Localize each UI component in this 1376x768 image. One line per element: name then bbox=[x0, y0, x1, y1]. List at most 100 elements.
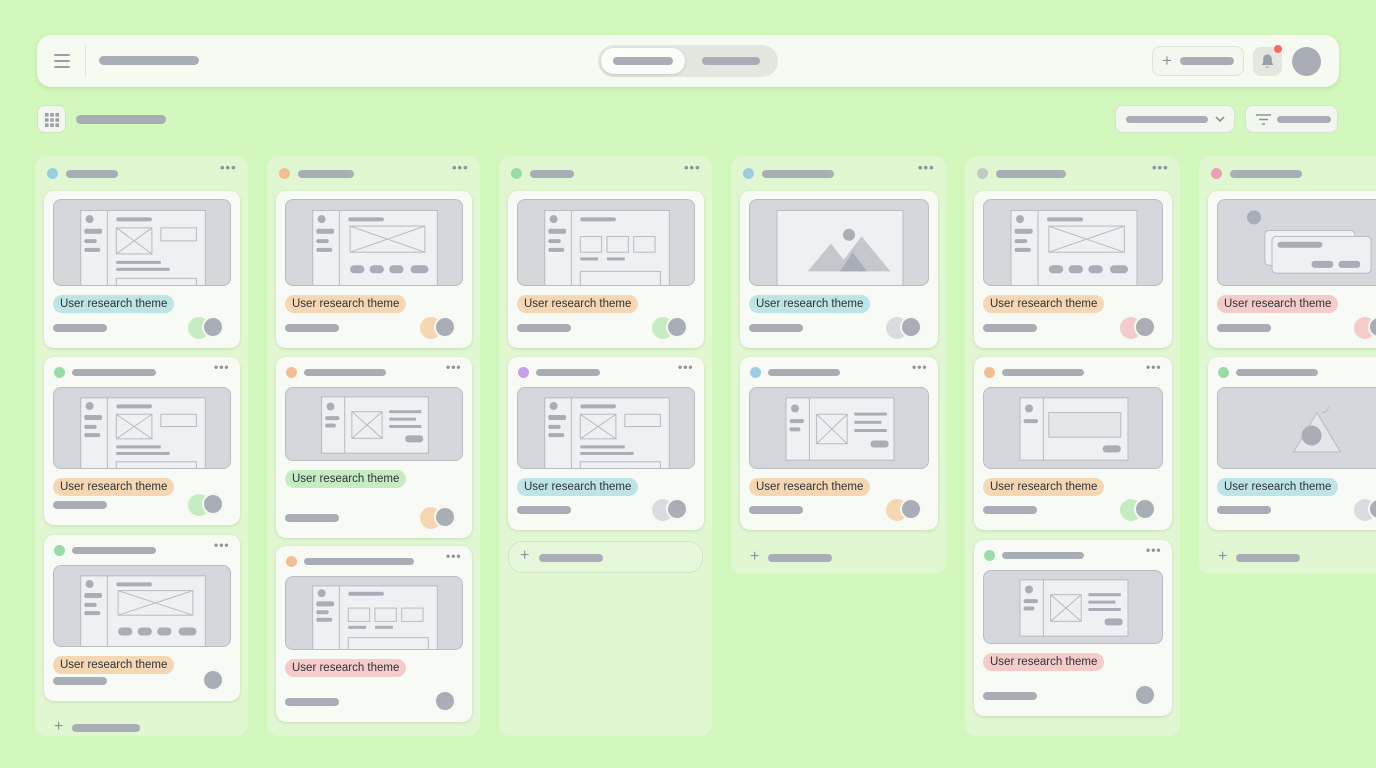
view-toggle-option[interactable] bbox=[692, 48, 772, 74]
assignee-avatar[interactable] bbox=[900, 498, 922, 520]
task-card[interactable]: ••• User research theme bbox=[974, 357, 1172, 530]
card-color-dot bbox=[518, 367, 529, 378]
app-title-placeholder bbox=[99, 56, 199, 65]
hamburger-icon[interactable] bbox=[54, 54, 70, 68]
plus-icon: + bbox=[520, 547, 530, 564]
more-horizontal-icon[interactable]: ••• bbox=[446, 550, 462, 562]
assignee-avatar[interactable] bbox=[666, 498, 688, 520]
more-horizontal-icon[interactable]: ••• bbox=[214, 361, 230, 373]
task-card[interactable]: ••• User research theme bbox=[740, 357, 938, 530]
card-color-dot bbox=[54, 545, 65, 556]
board-column: ••• User research theme••• User research… bbox=[267, 156, 480, 736]
column-title-placeholder bbox=[66, 170, 118, 178]
new-item-label-placeholder bbox=[1180, 57, 1234, 65]
more-horizontal-icon[interactable]: ••• bbox=[912, 361, 928, 373]
column-title-placeholder bbox=[530, 170, 574, 178]
assignee-avatar[interactable] bbox=[434, 316, 456, 338]
card-tag: User research theme bbox=[53, 656, 175, 674]
wireframe-thumbnail bbox=[1247, 210, 1372, 274]
task-card[interactable]: ••• User research theme bbox=[44, 357, 240, 525]
new-item-button[interactable]: + bbox=[1152, 46, 1244, 76]
wireframe-thumbnail bbox=[312, 585, 438, 649]
add-card-button[interactable]: + bbox=[54, 718, 142, 738]
task-card[interactable]: ••• User research theme bbox=[508, 357, 704, 530]
card-tag: User research theme bbox=[285, 295, 407, 313]
assignee-avatar[interactable] bbox=[900, 316, 922, 338]
card-meta-placeholder bbox=[749, 324, 803, 332]
add-card-button[interactable]: + bbox=[508, 541, 703, 573]
sort-dropdown[interactable] bbox=[1115, 105, 1235, 133]
grid-view-button[interactable] bbox=[37, 105, 66, 133]
more-horizontal-icon[interactable]: ••• bbox=[1146, 361, 1162, 373]
task-card[interactable]: ••• User research theme bbox=[974, 540, 1172, 716]
card-tag: User research theme bbox=[53, 295, 175, 313]
assignee-avatar[interactable] bbox=[1134, 498, 1156, 520]
assignee-avatar[interactable] bbox=[202, 316, 224, 338]
more-horizontal-icon[interactable]: ••• bbox=[684, 161, 701, 174]
board-column: ••• User research theme••• User research… bbox=[1199, 156, 1376, 574]
more-horizontal-icon[interactable]: ••• bbox=[1152, 161, 1169, 174]
wireframe-thumbnail bbox=[1292, 406, 1342, 453]
top-bar: + bbox=[37, 35, 1339, 87]
add-card-label-placeholder bbox=[539, 554, 603, 562]
card-meta-placeholder bbox=[285, 324, 339, 332]
more-horizontal-icon[interactable]: ••• bbox=[1146, 544, 1162, 556]
more-horizontal-icon[interactable]: ••• bbox=[214, 539, 230, 551]
filter-icon bbox=[1256, 114, 1271, 125]
card-thumbnail bbox=[517, 199, 695, 286]
task-card[interactable]: ••• User research theme bbox=[276, 546, 472, 722]
card-title-placeholder bbox=[1002, 369, 1084, 376]
card-title-placeholder bbox=[1002, 552, 1084, 559]
user-avatar[interactable] bbox=[1292, 47, 1321, 76]
task-card[interactable]: User research theme bbox=[740, 191, 938, 348]
more-horizontal-icon[interactable]: ••• bbox=[446, 361, 462, 373]
card-meta-placeholder bbox=[1217, 506, 1271, 514]
card-title-placeholder bbox=[304, 558, 414, 565]
card-thumbnail bbox=[285, 199, 463, 286]
card-title-placeholder bbox=[1236, 369, 1318, 376]
task-card[interactable]: User research theme bbox=[1208, 191, 1376, 348]
column-color-dot bbox=[47, 168, 58, 179]
card-meta-placeholder bbox=[749, 506, 803, 514]
assignee-avatar[interactable] bbox=[1134, 316, 1156, 338]
task-card[interactable]: User research theme bbox=[276, 191, 472, 348]
more-horizontal-icon[interactable]: ••• bbox=[220, 161, 237, 174]
assignee-avatar[interactable] bbox=[434, 506, 456, 528]
board-column: ••• User research theme••• User research… bbox=[731, 156, 946, 574]
column-title-placeholder bbox=[298, 170, 354, 178]
board-title-placeholder bbox=[76, 115, 166, 124]
card-meta-placeholder bbox=[517, 324, 571, 332]
wireframe-thumbnail bbox=[1010, 209, 1138, 285]
add-card-button[interactable]: + bbox=[750, 548, 834, 568]
more-horizontal-icon[interactable]: ••• bbox=[452, 161, 469, 174]
plus-icon: + bbox=[54, 718, 64, 735]
view-toggle-option-active[interactable] bbox=[601, 48, 685, 74]
board-column: ••• User research theme••• User research… bbox=[965, 156, 1180, 736]
assignee-avatar[interactable] bbox=[1134, 684, 1156, 706]
sort-label-placeholder bbox=[1126, 116, 1208, 123]
task-card[interactable]: ••• User research theme bbox=[276, 357, 472, 538]
add-card-button[interactable]: + bbox=[1218, 548, 1302, 568]
card-thumbnail bbox=[983, 199, 1163, 286]
card-meta-placeholder bbox=[983, 506, 1037, 514]
assignee-avatar[interactable] bbox=[434, 690, 456, 712]
grid-view-icon bbox=[45, 113, 59, 127]
assignee-avatar[interactable] bbox=[202, 669, 224, 691]
assignee-avatar[interactable] bbox=[202, 493, 224, 515]
card-meta-placeholder bbox=[517, 506, 571, 514]
task-card[interactable]: User research theme bbox=[44, 191, 240, 348]
card-thumbnail bbox=[983, 570, 1163, 644]
column-title-placeholder bbox=[1230, 170, 1302, 178]
assignee-avatar[interactable] bbox=[666, 316, 688, 338]
card-thumbnail bbox=[285, 387, 463, 461]
notifications-button[interactable] bbox=[1253, 45, 1282, 76]
task-card[interactable]: User research theme bbox=[508, 191, 704, 348]
card-tag: User research theme bbox=[1217, 478, 1339, 496]
task-card[interactable]: User research theme bbox=[974, 191, 1172, 348]
task-card[interactable]: ••• User research theme bbox=[44, 535, 240, 701]
more-horizontal-icon[interactable]: ••• bbox=[678, 361, 694, 373]
plus-icon: + bbox=[1162, 51, 1172, 70]
task-card[interactable]: ••• User research theme bbox=[1208, 357, 1376, 530]
more-horizontal-icon[interactable]: ••• bbox=[918, 161, 935, 174]
filter-button[interactable] bbox=[1245, 105, 1338, 133]
